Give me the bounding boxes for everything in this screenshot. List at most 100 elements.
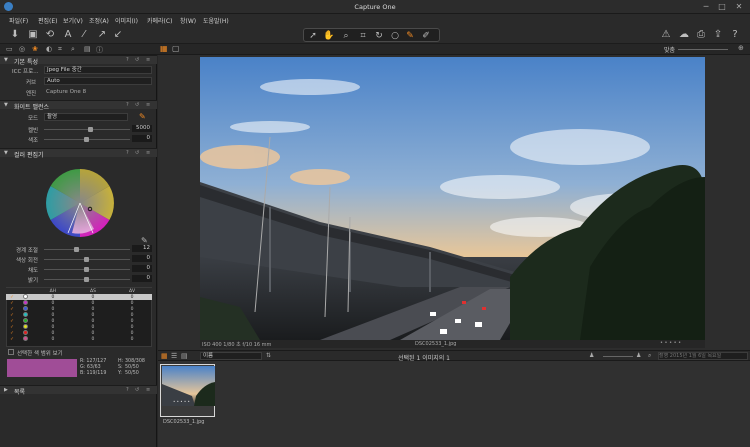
single-view-icon[interactable]: ▢ (172, 44, 180, 53)
reset-small-icon[interactable]: ↺ (135, 150, 139, 156)
reset-small-icon[interactable]: ↺ (135, 102, 139, 108)
reset-icon[interactable]: ⟲ (44, 29, 56, 41)
curve-label: 커브 (26, 80, 37, 86)
color-picker-small-icon[interactable]: ✎ (141, 236, 148, 245)
circle-icon[interactable]: ○ (389, 30, 401, 42)
folder-tab-icon[interactable]: ▭ (6, 45, 13, 53)
help-icon[interactable]: ? (729, 29, 741, 41)
arrow-down-left-icon[interactable]: ↙ (112, 29, 124, 41)
thumb-rating[interactable]: • • • • • (173, 399, 190, 404)
help-small-icon[interactable]: ? (126, 57, 129, 63)
reset-small-icon[interactable]: ↺ (135, 57, 139, 63)
help-small-icon[interactable]: ? (126, 102, 129, 108)
local-tab-icon[interactable]: ▤ (84, 45, 91, 53)
color-wheel[interactable] (44, 167, 116, 239)
lens-tab-icon[interactable]: ⌗ (58, 45, 62, 54)
thumbnail[interactable]: • • • • • (160, 364, 215, 417)
search-input[interactable] (658, 352, 748, 360)
fit-label[interactable]: 맞춤 (664, 45, 675, 54)
row-ds: 0 (91, 336, 95, 342)
filmstrip-view-icon[interactable]: ▤ (181, 352, 188, 360)
close-button[interactable]: ✕ (733, 1, 745, 12)
kelvin-slider[interactable] (44, 127, 130, 132)
curve-select[interactable]: Auto (44, 77, 152, 85)
wb-mode-label: 모드 (28, 116, 39, 122)
import-icon[interactable]: ⬇ (9, 29, 21, 41)
photo-image (200, 57, 705, 340)
main-photo[interactable] (200, 57, 705, 340)
menu-small-icon[interactable]: ≡ (146, 102, 150, 108)
icc-profile-select[interactable]: Jpeg File 중간 (44, 66, 152, 74)
reset-small-icon[interactable]: ↺ (135, 387, 139, 393)
wb-picker-icon[interactable]: ✎ (139, 112, 146, 121)
meta-tab-icon[interactable]: ⓘ (96, 45, 103, 55)
menu-small-icon[interactable]: ≡ (146, 150, 150, 156)
show-range-checkbox[interactable] (8, 349, 14, 355)
menu-window[interactable]: 창(W) (180, 16, 196, 25)
sort-select[interactable]: 이름 (200, 352, 262, 360)
select-cursor-icon[interactable]: ➚ (307, 30, 319, 42)
color-range-row[interactable]: ✓ 0 0 0 (6, 336, 152, 342)
user-icon[interactable]: ♟ (589, 352, 594, 359)
smooth-slider[interactable] (44, 247, 130, 252)
exposure-tab-icon[interactable]: ◐ (46, 45, 52, 53)
menu-small-icon[interactable]: ≡ (146, 57, 150, 63)
color-picker-icon[interactable]: ✎ (404, 30, 416, 42)
menu-view[interactable]: 보기(V) (63, 16, 83, 25)
hue-slider[interactable] (44, 257, 130, 262)
multi-view-icon[interactable]: ▦ (160, 44, 168, 53)
detail-tab-icon[interactable]: ⌕ (71, 45, 75, 54)
camera-icon[interactable]: ▣ (27, 29, 39, 41)
smooth-value[interactable]: 12 (132, 245, 152, 252)
menu-image[interactable]: 이미지(I) (115, 16, 138, 25)
lightness-slider[interactable] (44, 277, 130, 282)
color-tab-icon[interactable]: ❀ (32, 45, 38, 53)
grid-view-icon[interactable]: ▦ (161, 352, 168, 360)
warning-icon[interactable]: ⚠ (660, 29, 672, 41)
sort-direction-icon[interactable]: ⇅ (266, 352, 271, 359)
help-small-icon[interactable]: ? (126, 150, 129, 156)
menu-file[interactable]: 파일(F) (9, 16, 28, 25)
section-extra-header[interactable]: ▶ 목록 ? ↺ ≡ (0, 385, 157, 396)
annotate-icon[interactable]: ✐ (420, 30, 432, 42)
capture-tab-icon[interactable]: ◎ (19, 45, 25, 53)
list-view-icon[interactable]: ☰ (171, 352, 177, 360)
tint-slider[interactable] (44, 137, 130, 142)
loupe-icon[interactable]: ⌕ (340, 30, 352, 42)
zoom-slider[interactable] (678, 49, 728, 50)
section-color-editor-header[interactable]: ▼ 컬러 편집기 ? ↺ ≡ (0, 148, 157, 159)
help-small-icon[interactable]: ? (126, 387, 129, 393)
menu-help[interactable]: 도움말(H) (203, 16, 229, 25)
rotate-icon[interactable]: ↻ (373, 30, 385, 42)
arrow-up-right-icon[interactable]: ↗ (96, 29, 108, 41)
zoom-in-icon[interactable]: ⊕ (738, 44, 744, 52)
brush-icon[interactable]: ⁄ (78, 29, 90, 41)
thumb-size-slider[interactable] (603, 356, 633, 357)
menu-edit[interactable]: 편집(E) (38, 16, 58, 25)
crop-icon[interactable]: ⌗ (357, 30, 369, 42)
tint-value[interactable]: 0 (132, 135, 152, 142)
text-icon[interactable]: A (62, 29, 74, 41)
section-basic-header[interactable]: ▼ 기본 특성 ? ↺ ≡ (0, 55, 157, 66)
lightness-value[interactable]: 0 (132, 275, 152, 282)
minimize-button[interactable]: ─ (700, 1, 712, 12)
saturation-slider[interactable] (44, 267, 130, 272)
rating-stars[interactable]: • • • • • (660, 340, 681, 346)
print-icon[interactable]: ⎙ (695, 29, 707, 41)
cloud-icon[interactable]: ☁ (678, 29, 690, 41)
saturation-value[interactable]: 0 (132, 265, 152, 272)
search-icon[interactable]: ⌕ (648, 352, 651, 360)
image-browser (158, 361, 750, 447)
user-icon-large[interactable]: ♟ (636, 352, 641, 359)
pan-icon[interactable]: ✋ (323, 30, 335, 42)
wb-mode-select[interactable]: 촬영 (44, 113, 128, 121)
hue-value[interactable]: 0 (132, 255, 152, 262)
kelvin-value[interactable]: 5000 (132, 125, 152, 132)
menu-small-icon[interactable]: ≡ (146, 387, 150, 393)
tint-label: 색조 (28, 138, 39, 144)
export-icon[interactable]: ⇪ (712, 29, 724, 41)
section-wb-header[interactable]: ▼ 화이트 밸런스 ? ↺ ≡ (0, 100, 157, 111)
menu-camera[interactable]: 카메라(C) (147, 16, 172, 25)
maximize-button[interactable]: □ (716, 1, 728, 12)
menu-adjust[interactable]: 조정(A) (89, 16, 109, 25)
